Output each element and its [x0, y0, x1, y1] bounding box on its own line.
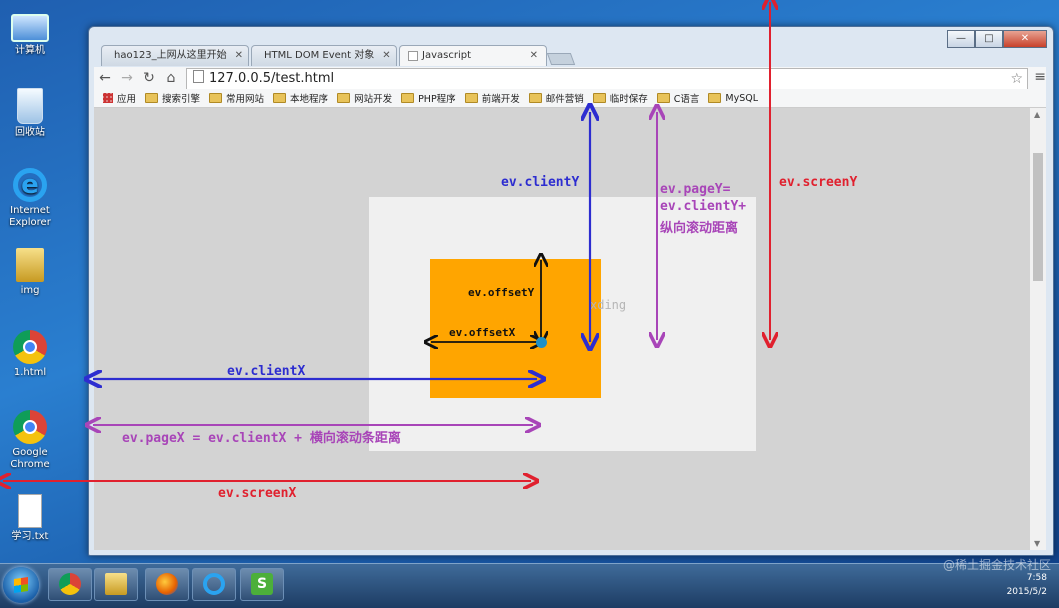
annotation-arrows — [0, 0, 1059, 607]
ie-icon — [203, 573, 225, 595]
chrome-icon — [59, 573, 81, 595]
taskbar-ie[interactable] — [192, 568, 236, 601]
explorer-icon — [105, 573, 127, 595]
firefox-icon — [156, 573, 178, 595]
page-y-label-line2: ev.clientY+ — [660, 199, 747, 214]
client-y-label: ev.clientY — [501, 175, 580, 190]
system-tray: @稀土掘金技术社区 7:58 2015/5/2 — [873, 558, 1053, 604]
taskbar-app-s[interactable]: S — [240, 568, 284, 601]
taskbar-explorer[interactable] — [94, 568, 138, 601]
page-y-label-line3: 纵向滚动距离 — [660, 221, 739, 236]
clock-time: 7:58 — [1026, 573, 1047, 583]
taskbar-chrome[interactable] — [48, 568, 92, 601]
taskbar: S @稀土掘金技术社区 7:58 2015/5/2 — [0, 558, 1059, 608]
start-button[interactable] — [3, 567, 39, 603]
clock-date: 2015/5/2 — [1006, 587, 1047, 597]
app-s-icon: S — [251, 573, 273, 595]
screen-x-label: ev.screenX — [218, 486, 297, 501]
page-y-label-line1: ev.pageY= — [660, 182, 731, 197]
client-x-label: ev.clientX — [227, 364, 306, 379]
page-x-label: ev.pageX = ev.clientX + 横向滚动条距离 — [122, 431, 401, 446]
clock[interactable]: 7:58 2015/5/2 — [1007, 571, 1047, 599]
screen-y-label: ev.screenY — [779, 175, 858, 190]
offset-x-label: ev.offsetX — [449, 326, 516, 339]
mouse-position-dot — [536, 337, 547, 348]
taskbar-firefox[interactable] — [145, 568, 189, 601]
offset-y-label: ev.offsetY — [468, 286, 535, 299]
